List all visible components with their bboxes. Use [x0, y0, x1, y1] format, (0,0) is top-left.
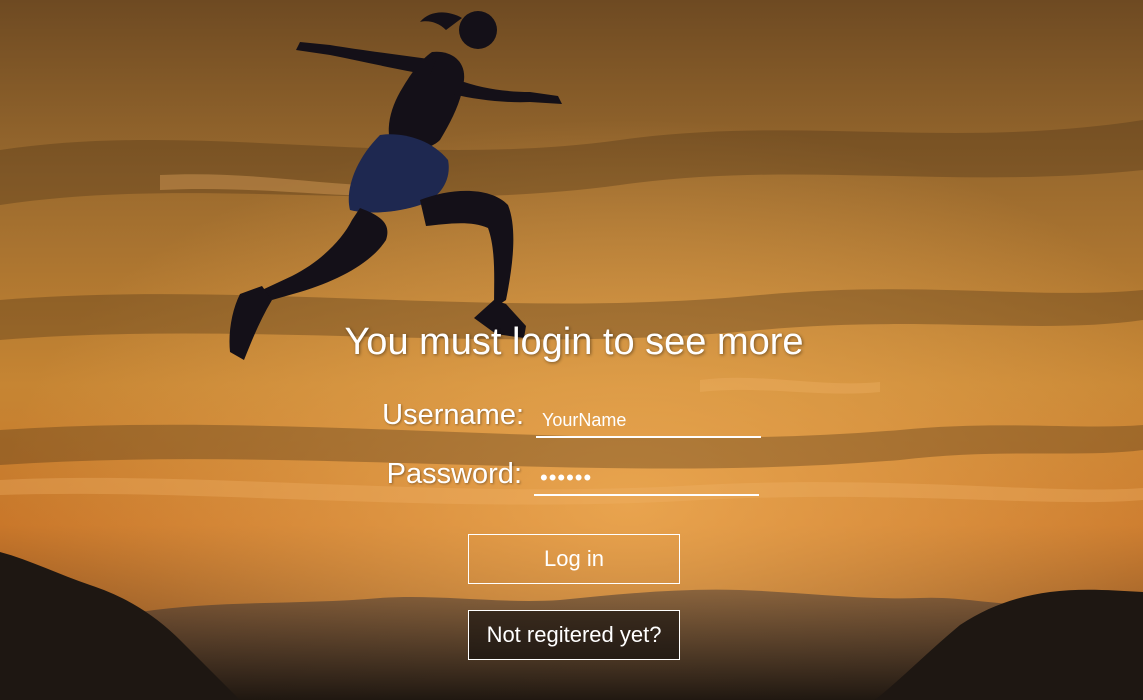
password-label: Password:	[386, 458, 522, 490]
username-field[interactable]	[536, 404, 761, 438]
page-title: You must login to see more	[344, 321, 804, 363]
password-field[interactable]	[534, 462, 759, 496]
login-button[interactable]: Log in	[468, 534, 680, 584]
username-label: Username:	[382, 399, 524, 431]
login-panel: You must login to see more Username: Pas…	[0, 0, 1143, 700]
register-button[interactable]: Not regitered yet?	[468, 610, 680, 660]
